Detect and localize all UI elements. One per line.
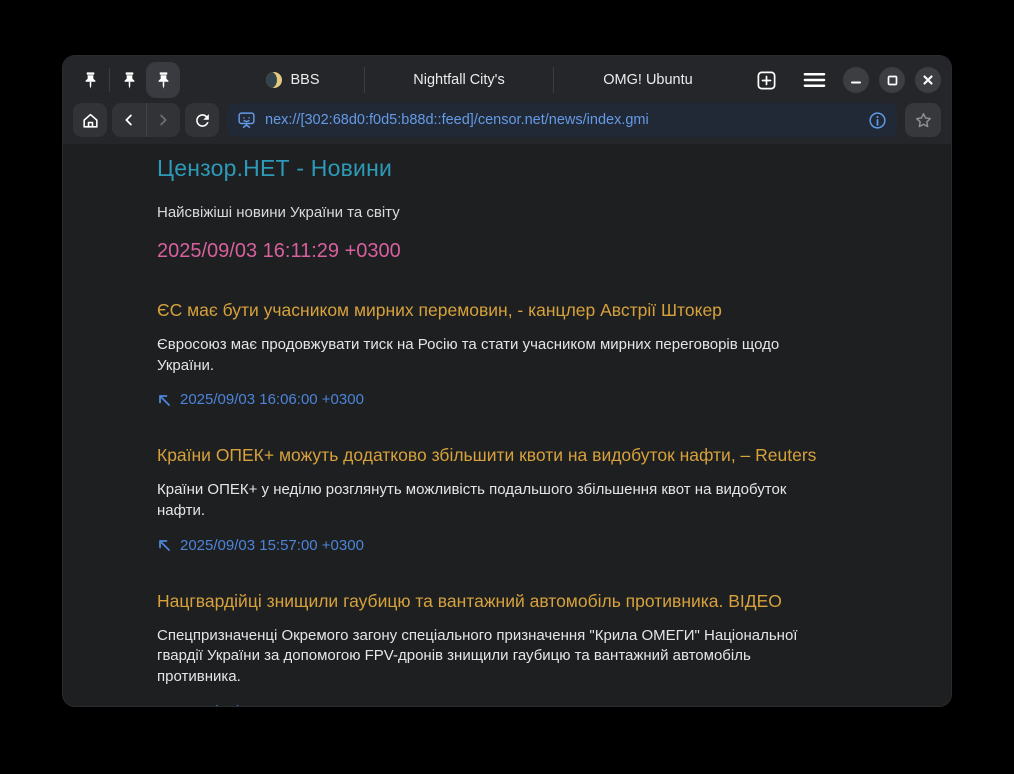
news-summary: Євросоюз має продовжувати тиск на Росію … — [157, 335, 825, 376]
back-button[interactable] — [112, 103, 146, 137]
news-headline[interactable]: ЄС має бути учасником мирних перемовин, … — [157, 300, 921, 321]
tab-strip: BBS Nightfall City's OMG! Ubuntu — [222, 62, 742, 98]
news-link-label: 2025/09/03 15:57:00 +0300 — [180, 537, 364, 554]
info-icon[interactable] — [868, 111, 887, 130]
close-button[interactable] — [915, 67, 941, 93]
reload-button[interactable] — [185, 103, 219, 137]
chevron-left-icon — [120, 111, 138, 129]
pin-divider — [109, 68, 110, 92]
moon-icon — [266, 72, 282, 88]
tab-nightfall-citys[interactable]: Nightfall City's — [365, 62, 553, 98]
bookmark-button[interactable] — [905, 103, 941, 137]
news-timestamp-link[interactable]: 2025/09/03 15:47:00 +0300 — [157, 703, 364, 706]
nw-arrow-icon — [157, 704, 171, 706]
minimize-icon — [850, 74, 862, 86]
menu-button[interactable] — [799, 65, 829, 95]
news-timestamp-link[interactable]: 2025/09/03 16:06:00 +0300 — [157, 391, 364, 408]
nw-arrow-icon — [157, 538, 171, 552]
reload-icon — [193, 111, 212, 130]
page-subtitle: Найсвіжіші новини України та світу — [157, 204, 921, 221]
news-timestamp-link[interactable]: 2025/09/03 15:57:00 +0300 — [157, 537, 364, 554]
page-title: Цензор.НЕТ - Новини — [157, 155, 921, 182]
feed-timestamp: 2025/09/03 16:11:29 +0300 — [157, 240, 921, 263]
star-icon — [914, 111, 933, 130]
minimize-button[interactable] — [843, 67, 869, 93]
url-text[interactable]: nex://[302:68d0:f0d5:b88d::feed]/censor.… — [265, 112, 859, 128]
news-item: Нацгвардійці знищили гаубицю та вантажни… — [157, 591, 921, 706]
new-tab-button[interactable] — [751, 65, 781, 95]
history-buttons — [112, 103, 180, 137]
url-bar[interactable]: nex://[302:68d0:f0d5:b88d::feed]/censor.… — [227, 103, 897, 137]
news-headline[interactable]: Нацгвардійці знищили гаубицю та вантажни… — [157, 591, 921, 612]
news-link-label: 2025/09/03 16:06:00 +0300 — [180, 391, 364, 408]
tab-label: OMG! Ubuntu — [603, 72, 692, 88]
page-content: Цензор.НЕТ - Новини Найсвіжіші новини Ук… — [63, 144, 951, 706]
news-summary: Спецпризначенці Окремого загону спеціаль… — [157, 626, 825, 688]
pin-icon — [154, 71, 173, 90]
tab-bbs[interactable]: BBS — [222, 62, 364, 98]
window-controls — [843, 67, 941, 93]
home-button[interactable] — [73, 103, 107, 137]
tab-label: Nightfall City's — [413, 72, 504, 88]
terminal-monitor-icon — [237, 111, 256, 130]
maximize-button[interactable] — [879, 67, 905, 93]
pin-icon — [81, 71, 100, 90]
nw-arrow-icon — [157, 393, 171, 407]
pinned-tab-2[interactable] — [112, 62, 146, 98]
pinned-tab-1[interactable] — [73, 62, 107, 98]
tab-bar: BBS Nightfall City's OMG! Ubuntu — [73, 60, 941, 100]
navigation-bar: nex://[302:68d0:f0d5:b88d::feed]/censor.… — [73, 103, 941, 137]
news-item: ЄС має бути учасником мирних перемовин, … — [157, 300, 921, 408]
pinned-tab-3-active[interactable] — [146, 62, 180, 98]
home-icon — [81, 111, 100, 130]
pin-icon — [120, 71, 139, 90]
chevron-right-icon — [154, 111, 172, 129]
browser-chrome: BBS Nightfall City's OMG! Ubuntu — [63, 56, 951, 144]
forward-button[interactable] — [146, 103, 180, 137]
news-link-label: 2025/09/03 15:47:00 +0300 — [180, 703, 364, 706]
tab-label: BBS — [290, 72, 319, 88]
news-summary: Країни ОПЕК+ у неділю розглянуть можливі… — [157, 480, 825, 521]
tab-omg-ubuntu[interactable]: OMG! Ubuntu — [554, 62, 742, 98]
browser-window: BBS Nightfall City's OMG! Ubuntu — [62, 55, 952, 707]
news-item: Країни ОПЕК+ можуть додатково збільшити … — [157, 445, 921, 553]
close-icon — [922, 74, 934, 86]
hamburger-icon — [803, 71, 826, 89]
maximize-icon — [887, 75, 898, 86]
news-headline[interactable]: Країни ОПЕК+ можуть додатково збільшити … — [157, 445, 921, 466]
plus-icon — [756, 70, 777, 91]
